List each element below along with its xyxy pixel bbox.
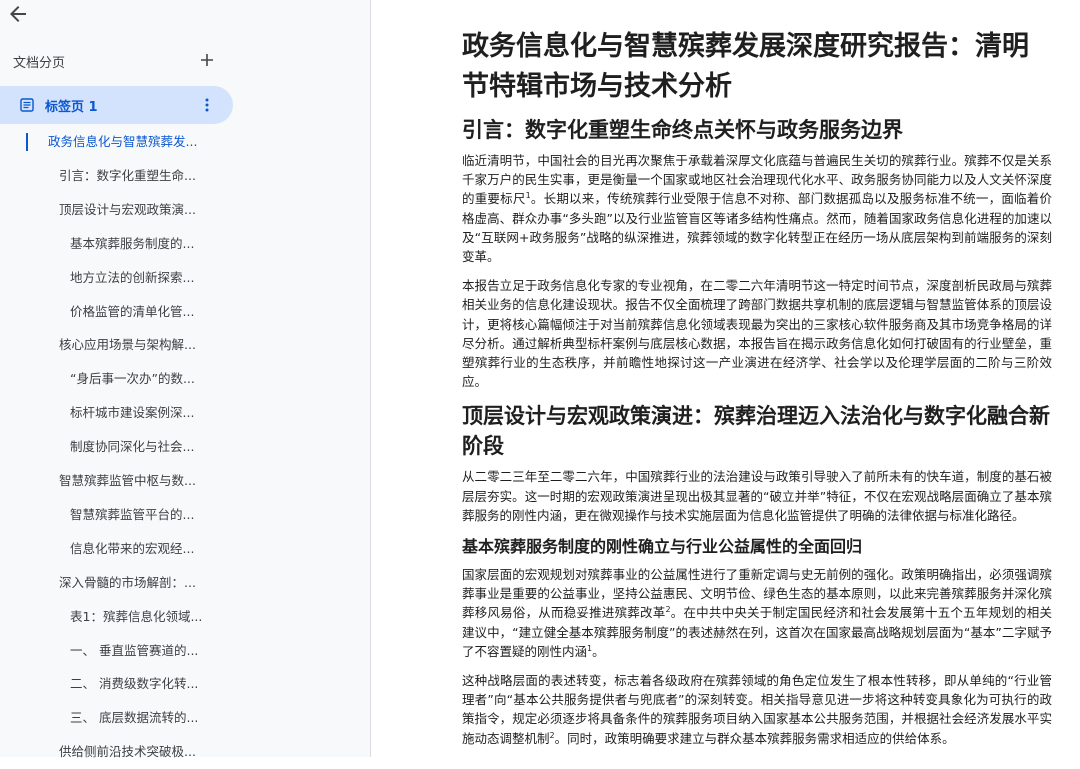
- paragraph-text: 。长期以来，传统殡葬行业受限于信息不对称、部门数据孤岛以及服务标准不统一，面临着…: [462, 191, 1052, 265]
- outline-item[interactable]: 地方立法的创新探索...: [70, 261, 194, 295]
- outline-item[interactable]: 一、 垂直监管赛道的...: [70, 634, 198, 668]
- active-indicator: [26, 133, 28, 151]
- paragraph: 从二零二三年至二零二六年，中国殡葬行业的法治建设与政策引导驶入了前所未有的快车道…: [462, 467, 1052, 525]
- outline-item[interactable]: 政务信息化与智慧殡葬发...: [48, 125, 197, 159]
- outline-item[interactable]: 核心应用场景与架构解...: [59, 328, 196, 362]
- document-icon: [19, 97, 35, 113]
- add-tab-icon[interactable]: [198, 51, 216, 69]
- outline-item[interactable]: 二、 消费级数字化转...: [70, 667, 198, 701]
- outline-item[interactable]: 顶层设计与宏观政策演...: [59, 193, 196, 227]
- subsection-heading: 基本殡葬服务制度的刚性确立与行业公益属性的全面回归: [462, 535, 1052, 559]
- paragraph-text: 从二零二三年至二零二六年，中国殡葬行业的法治建设与政策引导驶入了前所未有的快车道…: [462, 469, 1052, 523]
- document-body[interactable]: 政务信息化与智慧殡葬发展深度研究报告：清明节特辑市场与技术分析 引言：数字化重塑…: [462, 27, 1052, 757]
- document-tabs-header: 文档分页: [13, 56, 66, 71]
- paragraph-text: 本报告立足于政务信息化专家的专业视角，在二零二六年清明节这一特定时间节点，深度剖…: [462, 278, 1052, 390]
- document-canvas[interactable]: 政务信息化与智慧殡葬发展深度研究报告：清明节特辑市场与技术分析 引言：数字化重塑…: [371, 0, 1080, 757]
- document-title: 政务信息化与智慧殡葬发展深度研究报告：清明节特辑市场与技术分析: [462, 31, 1029, 102]
- tab-item-1[interactable]: 标签页 1: [0, 86, 233, 124]
- outline-item[interactable]: 标杆城市建设案例深...: [70, 396, 194, 430]
- paragraph-text: 顶层设计与宏观政策演进：殡葬治理迈入法治化与数字化融合新阶段: [462, 404, 1050, 459]
- paragraph: 这种战略层面的表述转变，标志着各级政府在殡葬领域的角色定位发生了根本性转移，即从…: [462, 671, 1052, 748]
- document-sections: 引言：数字化重塑生命终点关怀与政务服务边界临近清明节，中国社会的目光再次聚焦于承…: [462, 115, 1052, 748]
- paragraph-text: 。同时，政策明确要求建立与群众基本殡葬服务需求相适应的供给体系。: [554, 730, 955, 746]
- paragraph-text: 引言：数字化重塑生命终点关怀与政务服务边界: [462, 118, 903, 142]
- paragraph-text: 基本殡葬服务制度的刚性确立与行业公益属性的全面回归: [462, 537, 863, 557]
- outline-item[interactable]: 基本殡葬服务制度的...: [70, 227, 194, 261]
- section-heading: 顶层设计与宏观政策演进：殡葬治理迈入法治化与数字化融合新阶段: [462, 401, 1052, 461]
- outline-item[interactable]: 三、 底层数据流转的...: [70, 701, 198, 735]
- outline-item[interactable]: 供给侧前沿技术突破极...: [59, 735, 196, 769]
- paragraph: 本报告立足于政务信息化专家的专业视角，在二零二六年清明节这一特定时间节点，深度剖…: [462, 276, 1052, 391]
- paragraph-text: 。: [592, 643, 605, 659]
- tab-label: 标签页 1: [45, 100, 98, 115]
- outline-item[interactable]: 智慧殡葬监管中枢与数...: [59, 464, 196, 498]
- outline-item[interactable]: 深入骨髓的市场解剖：...: [59, 566, 196, 600]
- outline-item[interactable]: 制度协同深化与社会...: [70, 430, 194, 464]
- outline-item[interactable]: 表1：殡葬信息化领域...: [70, 600, 202, 634]
- document-outline-sidebar: 文档分页 标签页 1 政务信息化与智慧殡葬发... 引言：数字化重塑生命... 顶层…: [0, 0, 371, 759]
- outline-item[interactable]: 引言：数字化重塑生命...: [59, 159, 196, 193]
- section-heading: 引言：数字化重塑生命终点关怀与政务服务边界: [462, 115, 1052, 145]
- paragraph: 临近清明节，中国社会的目光再次聚焦于承载着深厚文化底蕴与普遍民生关切的殡葬行业。…: [462, 151, 1052, 266]
- paragraph: 国家层面的宏观规划对殡葬事业的公益属性进行了重新定调与史无前例的强化。政策明确指…: [462, 565, 1052, 661]
- outline-item[interactable]: 价格监管的清单化管...: [70, 295, 194, 329]
- outline-item[interactable]: 信息化带来的宏观经...: [70, 532, 194, 566]
- outline-item[interactable]: 智慧殡葬监管平台的...: [70, 498, 194, 532]
- back-arrow-icon[interactable]: [6, 2, 30, 26]
- outline-item[interactable]: “身后事一次办”的数...: [70, 362, 195, 396]
- more-vert-icon[interactable]: [198, 96, 216, 114]
